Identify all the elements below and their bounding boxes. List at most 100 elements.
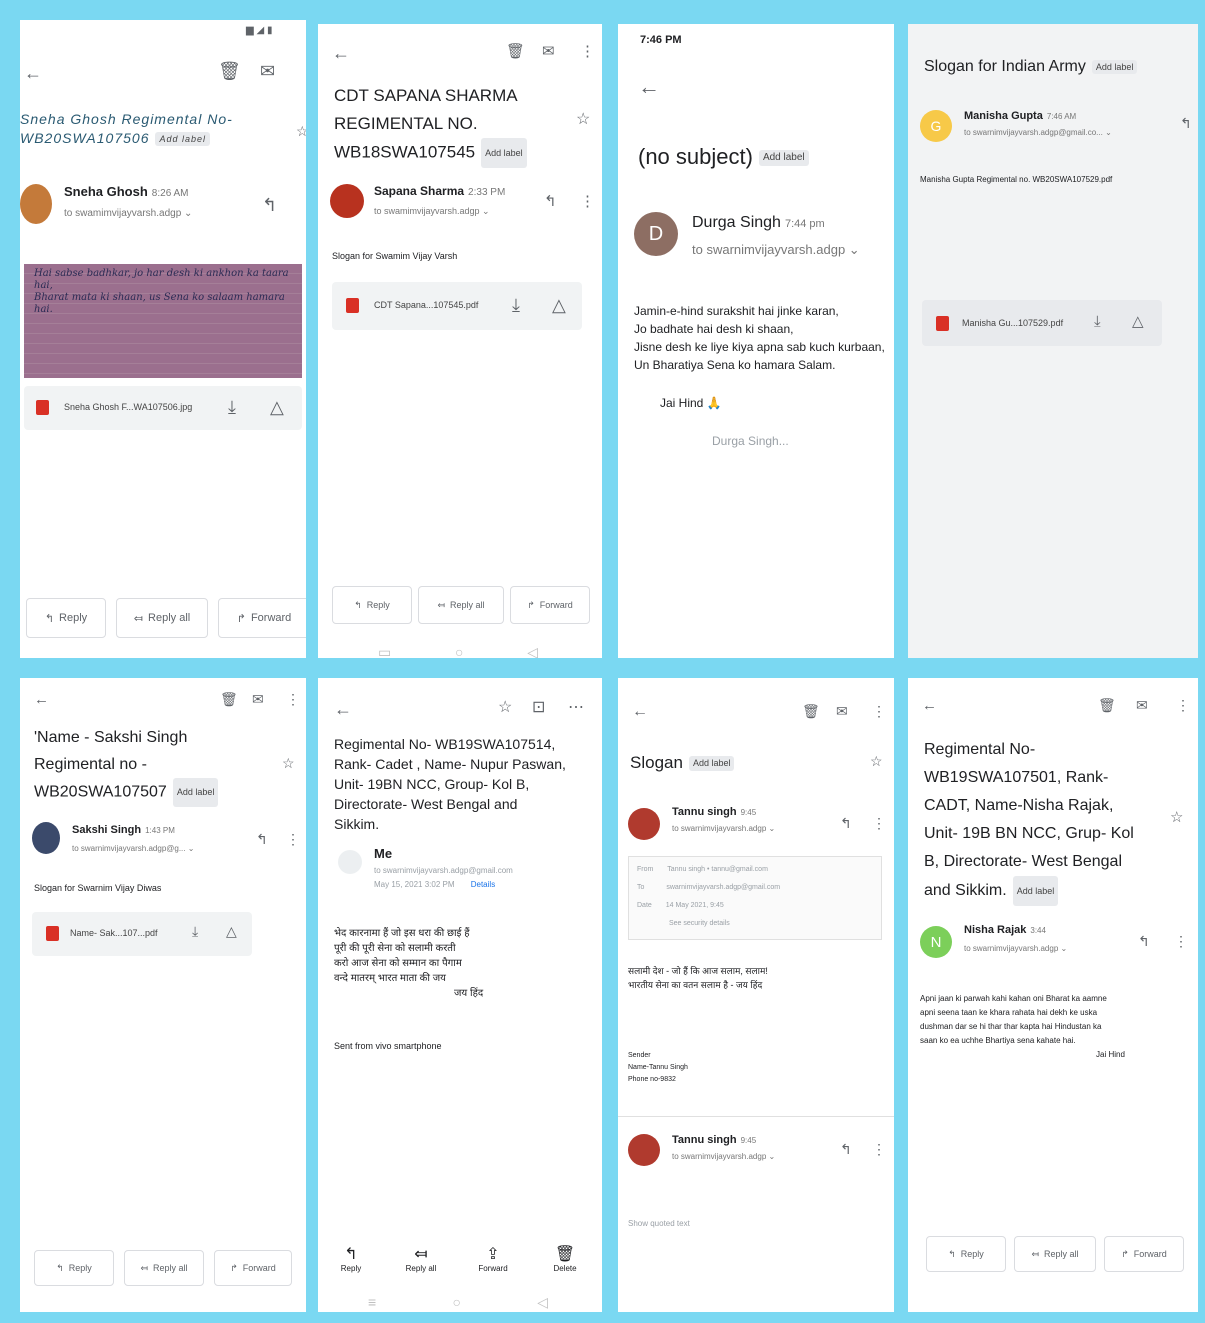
reply-button[interactable]: ↰ Reply <box>332 586 412 624</box>
reply-icon[interactable]: ↰ <box>840 1142 852 1156</box>
download-icon[interactable]: ⤓ <box>512 296 520 314</box>
add-label-chip[interactable]: Add label <box>1012 876 1059 906</box>
more-vert-icon[interactable]: ⋮ <box>1174 934 1188 948</box>
bottom-reply-all-button[interactable]: ⤆ Reply all <box>398 1244 444 1273</box>
reply-icon[interactable]: ↰ <box>1138 934 1150 948</box>
mail-icon[interactable]: ✉ <box>260 62 275 80</box>
download-icon[interactable]: ⤓ <box>228 398 236 416</box>
avatar <box>338 850 362 874</box>
more-vert-icon[interactable]: ⋮ <box>286 692 300 706</box>
mail-icon[interactable]: ✉ <box>1136 698 1148 712</box>
nav-back-icon[interactable]: ◁ <box>537 1294 548 1311</box>
add-label-chip[interactable]: Add label <box>481 138 527 168</box>
download-icon[interactable]: ⤓ <box>192 924 198 938</box>
more-vert-icon[interactable]: ⋮ <box>872 1142 886 1156</box>
screenshot-1: ▆ ◢ ▮ ← 🗑 ✉ Sneha Ghosh Regimental No- W… <box>20 20 306 658</box>
trash-icon[interactable]: 🗑 <box>220 692 238 706</box>
image-attachment-preview[interactable]: Hai sabse badhkar, jo har desh ki ankhon… <box>24 264 302 378</box>
mail-icon[interactable]: ✉ <box>542 44 555 59</box>
forward-button[interactable]: ↱ Forward <box>218 598 306 638</box>
more-horiz-icon[interactable]: ⋯ <box>568 700 584 716</box>
nav-recents-icon[interactable]: ≡ <box>368 1294 376 1311</box>
more-vert-icon[interactable]: ⋮ <box>286 832 300 846</box>
security-link[interactable]: See security details <box>669 919 730 929</box>
add-label-chip[interactable]: Add label <box>688 756 735 771</box>
back-arrow-icon[interactable]: ← <box>334 700 352 718</box>
back-arrow-icon[interactable]: ← <box>332 44 350 62</box>
recipient[interactable]: to swamimvijayvarsh.adgp ⌄ <box>64 208 192 219</box>
recipient[interactable]: to swarnimvijayvarsh.adgp ⌄ <box>672 1152 775 1161</box>
reply-all-button[interactable]: ⤆ Reply all <box>124 1250 204 1286</box>
back-arrow-icon[interactable]: ← <box>24 64 42 82</box>
attachment-chip[interactable]: CDT Sapana...107545.pdf ⤓ △ <box>332 282 582 330</box>
forward-button[interactable]: ↱ Forward <box>510 586 590 624</box>
reply-icon[interactable]: ↰ <box>262 196 277 214</box>
nav-home-icon[interactable]: ○ <box>455 644 463 658</box>
reply-icon[interactable]: ↰ <box>544 194 557 209</box>
reply-button[interactable]: ↰ Reply <box>926 1236 1006 1272</box>
trash-icon[interactable]: 🗑 <box>1098 698 1116 712</box>
reply-button[interactable]: ↰ Reply <box>26 598 106 638</box>
details-link[interactable]: Details <box>471 880 495 889</box>
forward-button[interactable]: ↱ Forward <box>1104 1236 1184 1272</box>
recipient[interactable]: to swamimvijayvarsh.adgp ⌄ <box>374 206 490 217</box>
star-icon[interactable]: ☆ <box>576 112 590 128</box>
reply-all-button[interactable]: ⤆ Reply all <box>116 598 208 638</box>
back-arrow-icon[interactable]: ← <box>922 698 937 713</box>
drive-icon[interactable]: △ <box>270 398 284 416</box>
email-body: सलामी देश - जो हैं कि आज सलाम, सलाम! भार… <box>628 966 768 990</box>
attachment-chip[interactable]: Name- Sak...107...pdf ⤓ △ <box>32 912 252 956</box>
trash-icon[interactable]: 🗑 <box>218 62 241 80</box>
star-icon[interactable]: ☆ <box>1170 810 1183 825</box>
mail-icon[interactable]: ✉ <box>252 692 264 706</box>
recipient[interactable]: to swarnimvijayvarsh.adgp@gmail.com <box>374 866 513 875</box>
drive-icon[interactable]: △ <box>226 924 237 938</box>
star-icon[interactable]: ☆ <box>296 124 306 138</box>
recipient[interactable]: to swarnimvijayvarsh.adgp@g... ⌄ <box>72 844 194 853</box>
nav-back-icon[interactable]: ◁ <box>527 644 538 658</box>
back-arrow-icon[interactable]: ← <box>34 692 49 707</box>
reply-button[interactable]: ↰ Reply <box>34 1250 114 1286</box>
more-vert-icon[interactable]: ⋮ <box>872 816 886 830</box>
reply-icon[interactable]: ↰ <box>256 832 268 846</box>
reply-icon[interactable]: ↰ <box>840 816 852 830</box>
trash-icon[interactable]: 🗑 <box>506 44 525 59</box>
drive-icon[interactable]: △ <box>552 296 566 314</box>
attachment-chip[interactable]: Sneha Ghosh F...WA107506.jpg ⤓ △ <box>24 386 302 430</box>
nav-recents-icon[interactable]: ▭ <box>378 644 391 658</box>
archive-icon[interactable]: ⊡ <box>532 700 545 716</box>
forward-button[interactable]: ↱ Forward <box>214 1250 292 1286</box>
signature: Durga Singh... <box>712 434 789 448</box>
reply-all-button[interactable]: ⤆ Reply all <box>1014 1236 1096 1272</box>
more-vert-icon[interactable]: ⋮ <box>580 194 595 209</box>
recipient[interactable]: to swarnimvijayvarsh.adgp ⌄ <box>964 944 1067 953</box>
add-label-chip[interactable]: Add label <box>155 132 211 147</box>
bottom-reply-button[interactable]: ↰ Reply <box>328 1244 374 1273</box>
more-vert-icon[interactable]: ⋮ <box>872 704 886 718</box>
add-label-chip[interactable]: Add label <box>1091 59 1138 74</box>
folded-hands-icon: 🙏 <box>706 396 722 410</box>
recipient[interactable]: to swarnimvijayvarsh.adgp ⌄ <box>692 242 860 258</box>
recipient[interactable]: to swarnimvijayvarsh.adgp ⌄ <box>672 824 775 833</box>
show-quoted-text[interactable]: Show quoted text <box>628 1218 690 1230</box>
reply-all-button[interactable]: ⤆ Reply all <box>418 586 504 624</box>
add-label-chip[interactable]: Add label <box>172 778 219 807</box>
back-arrow-icon[interactable]: ← <box>632 704 648 720</box>
star-icon[interactable]: ☆ <box>870 754 883 768</box>
back-arrow-icon[interactable]: ← <box>638 76 660 98</box>
attachment-chip[interactable]: Manisha Gu...107529.pdf ⤓ △ <box>922 300 1162 346</box>
download-icon[interactable]: ⤓ <box>1094 314 1101 329</box>
bottom-forward-button[interactable]: ⇪ Forward <box>470 1244 516 1273</box>
more-vert-icon[interactable]: ⋮ <box>580 44 595 59</box>
star-icon[interactable]: ☆ <box>498 700 512 716</box>
drive-icon[interactable]: △ <box>1132 314 1144 329</box>
add-label-chip[interactable]: Add label <box>758 150 809 166</box>
recipient[interactable]: to swarnimvijayvarsh.adgp@gmail.co... ⌄ <box>964 128 1112 137</box>
reply-icon[interactable]: ↰ <box>1180 116 1192 130</box>
nav-home-icon[interactable]: ○ <box>452 1294 460 1311</box>
bottom-delete-button[interactable]: 🗑 Delete <box>542 1244 588 1273</box>
mail-icon[interactable]: ✉ <box>836 704 848 718</box>
trash-icon[interactable]: 🗑 <box>802 704 820 718</box>
more-vert-icon[interactable]: ⋮ <box>1176 698 1190 712</box>
star-icon[interactable]: ☆ <box>282 756 295 770</box>
